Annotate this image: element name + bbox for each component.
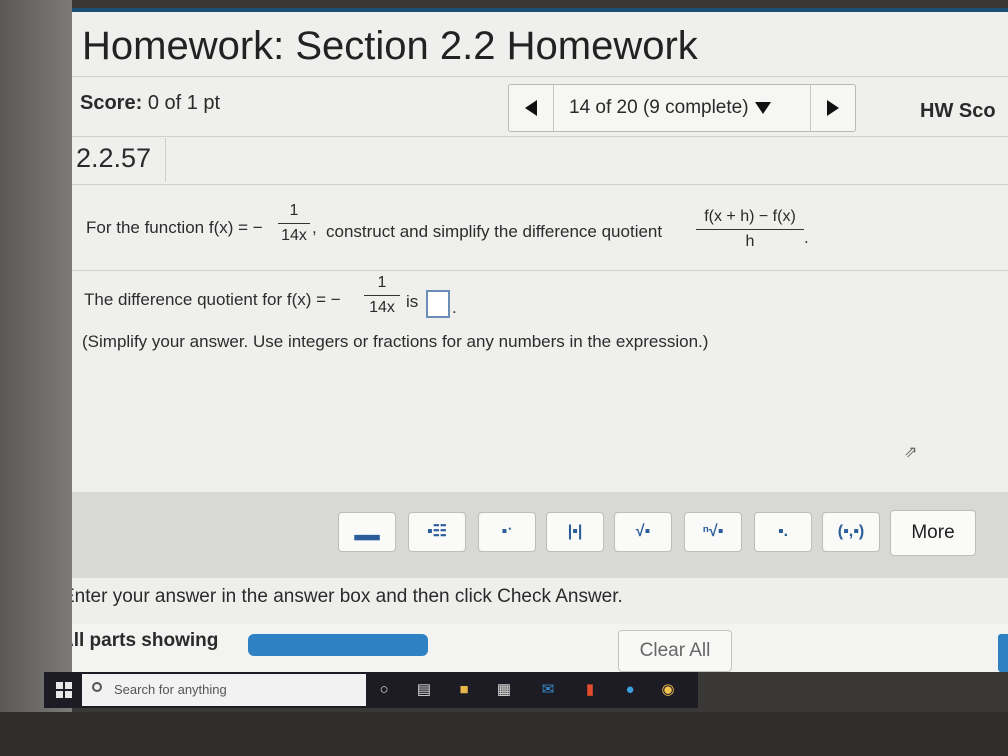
edge-browser-icon[interactable]: ●	[620, 680, 640, 700]
fraction-bar	[278, 223, 310, 224]
absolute-value-template-button[interactable]: |▪|	[546, 512, 604, 552]
question-number: 2.2.57	[72, 138, 166, 182]
answer-function-numerator: 1	[377, 274, 387, 291]
prompt-mid-text: construct and simplify the difference qu…	[326, 222, 663, 241]
answer-help-text: Enter your answer in the answer box and …	[72, 586, 623, 607]
next-question-button[interactable]	[810, 85, 855, 131]
subscript-template-button[interactable]: ▪.	[754, 512, 812, 552]
question-navigator: 14 of 20 (9 complete)	[508, 84, 856, 132]
fraction-bar	[364, 295, 400, 296]
answer-is-text: is	[406, 292, 419, 311]
page-title: Homework: Section 2.2 Homework	[82, 24, 698, 68]
taskbar-search-placeholder: Search for anything	[114, 682, 227, 697]
prompt-divider	[72, 270, 1008, 271]
score-display: Score: 0 of 1 pt	[80, 92, 220, 115]
answer-lead-text: The difference quotient for f(x) = −	[84, 290, 341, 309]
fraction-template-button[interactable]: ▂▂	[338, 512, 396, 552]
nth-root-template-icon: ⁿ√▪	[702, 523, 724, 540]
absolute-value-template-icon: |▪|	[567, 523, 583, 540]
square-root-template-button[interactable]: √▪	[614, 512, 672, 552]
answer-instruction: (Simplify your answer. Use integers or f…	[82, 332, 709, 351]
top-accent-line	[72, 8, 1008, 12]
ordered-pair-template-button[interactable]: (▪,▪)	[822, 512, 880, 552]
prompt-end: .	[804, 228, 809, 247]
fraction-bar	[696, 229, 804, 230]
prompt-comma: ,	[312, 218, 317, 237]
all-parts-label: All parts showing	[72, 630, 219, 651]
mouse-cursor-icon: ⇗	[904, 444, 918, 461]
arrow-right-icon	[827, 100, 839, 116]
mixed-number-template-icon: ▪☷	[426, 523, 447, 540]
function-numerator: 1	[289, 202, 299, 219]
header-divider	[72, 136, 1008, 137]
browser-screen: Homework: Section 2.2 Homework Score: 0 …	[72, 8, 1008, 672]
windows-start-icon[interactable]	[56, 682, 72, 698]
check-answer-button-edge[interactable]	[998, 634, 1008, 672]
office-icon[interactable]: ▮	[580, 680, 600, 700]
math-palette-toolbar: ▂▂ ▪☷ ▪ˑ |▪| √▪ ⁿ√▪ ▪. (▪,▪) More	[72, 492, 1008, 578]
fraction-template-icon: ▂▂	[354, 523, 380, 540]
store-icon[interactable]: ▦	[494, 680, 514, 700]
answer-function-fraction: 1 14x	[364, 274, 400, 317]
mixed-number-template-button[interactable]: ▪☷	[408, 512, 466, 552]
chevron-down-icon	[754, 101, 771, 114]
answer-function-denominator: 14x	[369, 299, 395, 316]
clear-all-button[interactable]: Clear All	[618, 630, 732, 672]
title-divider	[72, 76, 1008, 77]
question-number-divider	[72, 184, 1008, 185]
difference-quotient-fraction: f(x + h) − f(x) h	[696, 208, 804, 251]
file-explorer-icon[interactable]: ■	[454, 680, 474, 700]
dq-numerator: f(x + h) − f(x)	[704, 208, 796, 225]
hw-score-label: HW Sco	[920, 100, 996, 122]
function-fraction: 1 14x	[278, 202, 310, 245]
score-label: Score:	[80, 92, 143, 114]
parts-status-row: All parts showing Clear All	[72, 624, 1008, 672]
windows-taskbar: Search for anything ○ ▤ ■ ▦ ✉ ▮ ● ◉	[44, 672, 698, 708]
ordered-pair-template-icon: (▪,▪)	[837, 523, 865, 540]
arrow-left-icon	[525, 100, 537, 116]
taskbar-search-box[interactable]: Search for anything	[82, 674, 366, 706]
laptop-bezel-left	[0, 0, 72, 756]
parts-progress-bar	[248, 634, 428, 656]
more-templates-button[interactable]: More	[890, 510, 976, 556]
nth-root-template-button[interactable]: ⁿ√▪	[684, 512, 742, 552]
function-denominator: 14x	[281, 227, 307, 244]
previous-question-button[interactable]	[509, 85, 554, 131]
answer-help-message: Enter your answer in the answer box and …	[72, 578, 1008, 624]
exponent-template-icon: ▪ˑ	[501, 523, 513, 540]
subscript-template-icon: ▪.	[777, 523, 789, 540]
square-root-template-icon: √▪	[635, 523, 651, 540]
task-view-icon[interactable]: ▤	[414, 680, 434, 700]
answer-end: .	[452, 298, 457, 317]
score-value: 0 of 1 pt	[147, 92, 221, 114]
mail-icon[interactable]: ✉	[538, 680, 558, 700]
chrome-browser-icon[interactable]: ◉	[658, 680, 678, 700]
prompt-lead-text: For the function f(x) = −	[86, 218, 263, 237]
dq-denominator: h	[745, 233, 755, 250]
question-position-text: 14 of 20 (9 complete)	[569, 97, 749, 118]
question-select-dropdown[interactable]: 14 of 20 (9 complete)	[569, 97, 771, 119]
search-icon	[92, 682, 102, 692]
cortana-icon[interactable]: ○	[374, 680, 394, 700]
exponent-template-button[interactable]: ▪ˑ	[478, 512, 536, 552]
laptop-bezel-bottom	[0, 712, 1008, 756]
answer-input-box[interactable]	[426, 290, 450, 318]
